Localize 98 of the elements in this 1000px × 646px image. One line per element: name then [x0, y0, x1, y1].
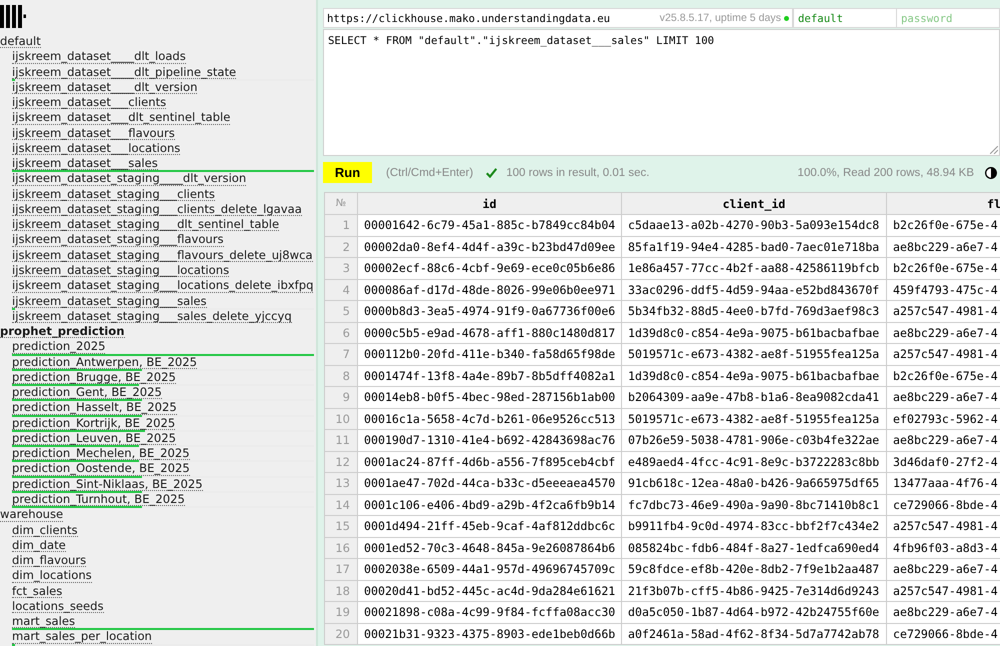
database-item[interactable]: warehouse — [0, 508, 64, 522]
row-number: 6 — [324, 322, 358, 344]
database-item[interactable]: default — [0, 35, 41, 48]
row-number: 2 — [324, 236, 358, 258]
table-cell: 85fa1f19-94e4-4285-bad0-7aec01e718ba — [622, 236, 886, 258]
table-cell: 21f3b07b-cff5-4b86-9425-7e314d6d9243 — [622, 580, 886, 602]
row-number-header: № — [324, 192, 358, 214]
table-cell: 5b34fb32-88d5-4ee0-b7fd-769d3aef98c3 — [622, 300, 886, 322]
table-cell: 07b26e59-5038-4781-906e-c03b4fe322ae — [622, 430, 886, 451]
table-item[interactable]: ijskreem_dataset_staging___sales_delete_yjccyq — [12, 310, 292, 324]
table-cell: a0f2461a-58ad-4f62-8f34-5d7a7742ab78 — [622, 623, 886, 644]
table-cell: b2064309-aa9e-47b8-b1a6-8ea9082cda41 — [622, 386, 886, 408]
table-item[interactable]: dim_clients — [12, 524, 78, 537]
table-cell: 00016c1a-5658-4c7d-b261-06e9526cc513 — [358, 408, 622, 430]
row-number: 16 — [324, 537, 358, 558]
table-cell: 00021b31-9323-4375-8903-ede1beb0d66b — [358, 623, 622, 644]
table-cell: 00002ecf-88c6-4cbf-9e69-ece0c05b6e86 — [358, 258, 622, 279]
table-item[interactable]: ijskreem_dataset_staging___flavours_delete_uj8wca — [12, 248, 313, 262]
row-number: 14 — [324, 494, 358, 516]
database-item[interactable]: prophet_prediction — [0, 325, 124, 338]
result-summary: 100 rows in result, 0.01 sec. — [506, 166, 650, 178]
table-item[interactable]: locations_seeds — [12, 600, 104, 614]
table-item[interactable]: ijskreem_dataset_staging___locations — [12, 264, 230, 278]
row-number: 3 — [324, 258, 358, 279]
table-cell: 5019571c-e673-4382-ae8f-51955fea125a — [622, 408, 886, 430]
table-cell: 91cb618c-12ea-48a0-b426-9a665975df65 — [622, 472, 886, 494]
row-number: 12 — [324, 451, 358, 472]
row-number: 18 — [324, 580, 358, 602]
row-number: 10 — [324, 408, 358, 430]
table-cell: 1d39d8c0-c854-4e9a-9075-b61bacbafbae — [622, 322, 886, 344]
table-item[interactable]: ijskreem_dataset_staging___clients — [12, 188, 215, 201]
table-item[interactable]: ijskreem_dataset____dlt_version — [12, 80, 198, 94]
table-cell: 1d39d8c0-c854-4e9a-9075-b61bacbafbae — [622, 365, 886, 386]
row-number: 11 — [324, 430, 358, 451]
table-cell: 000112b0-20fd-411e-b340-fa58d65f98de — [358, 344, 622, 365]
half-circle-icon[interactable] — [985, 166, 997, 178]
password-field[interactable]: password — [897, 8, 1000, 28]
table-cell: 0001d494-21ff-45eb-9caf-4af812ddbc6c — [358, 516, 622, 537]
table-cell: fc7dbc73-46e9-490a-9a90-8bc71410b8c1 — [622, 494, 886, 516]
table-cell: 0001ae47-702d-44ca-b33c-d5eeeaea4570 — [358, 472, 622, 494]
table-cell: 0000c5b5-e9ad-4678-aff1-880c1480d817 — [358, 322, 622, 344]
table-cell: 0001474f-13f8-4a4e-89b7-8b5dff4082a1 — [358, 365, 622, 386]
table-cell: 085824bc-fdb6-484f-8a27-1edfca690ed4 — [622, 537, 886, 558]
row-number: 17 — [324, 558, 358, 580]
table-cell: 0001ac24-87ff-4d6b-a556-7f895ceb4cbf — [358, 451, 622, 472]
table-cell: 00014eb8-b0f5-4bec-98ed-287156b1ab00 — [358, 386, 622, 408]
table-item[interactable]: dim_flavours — [12, 554, 86, 568]
table-cell: 00001642-6c79-45a1-885c-b7849cc84b04 — [358, 214, 622, 236]
table-item[interactable]: ijskreem_dataset_staging___dlt_sentinel_table — [12, 218, 280, 232]
user-field[interactable]: default — [793, 8, 897, 28]
row-number: 7 — [324, 344, 358, 365]
table-cell: e489aed4-4fcc-4c91-8e9c-b3722283c8bb — [622, 451, 886, 472]
table-item[interactable]: dim_locations — [12, 569, 92, 583]
row-number: 9 — [324, 386, 358, 408]
table-item[interactable]: ijskreem_dataset___clients — [12, 96, 166, 110]
shortcut-hint: (Ctrl/Cmd+Enter) — [386, 166, 474, 178]
table-cell: 59c8fdce-ef8b-420e-8db2-7f9e1b2aa487 — [622, 558, 886, 580]
table-cell: c5daae13-a02b-4270-90b3-5a093e154dc8 — [622, 214, 886, 236]
table-cell: 000190d7-1310-41e4-b692-42843698ac76 — [358, 430, 622, 451]
table-cell: 000086af-d17d-48de-8026-99e06b0ee971 — [358, 279, 622, 300]
table-cell: 0001c106-e406-4bd9-a29b-4f2ca6fb9b14 — [358, 494, 622, 516]
table-cell: 00002da0-8ef4-4d4f-a39c-b23bd47d09ee — [358, 236, 622, 258]
row-number: 15 — [324, 516, 358, 537]
table-cell: 33ac0296-ddf5-4d59-94aa-e52bd843670f — [622, 279, 886, 300]
table-cell: 5019571c-e673-4382-ae8f-51955fea125a — [622, 344, 886, 365]
table-cell: 00020d41-bd52-445c-ac4d-9da284e61621 — [358, 580, 622, 602]
row-number: 19 — [324, 602, 358, 623]
run-button[interactable]: Run — [323, 162, 372, 183]
column-header: fl — [886, 192, 1000, 214]
bars-logo-icon — [0, 5, 26, 28]
table-item[interactable]: ijskreem_dataset_staging___flavours — [12, 233, 224, 247]
table-cell: 00021898-c08a-4c99-9f84-fcffa08acc30 — [358, 602, 622, 623]
table-item[interactable]: ijskreem_dataset___flavours — [12, 126, 175, 140]
row-number: 4 — [324, 279, 358, 300]
table-item[interactable]: ijskreem_dataset_staging____dlt_version — [12, 172, 246, 186]
table-cell: 0002038e-6509-44a1-957d-49696745709c — [358, 558, 622, 580]
table-cell: d0a5c050-1b87-4d64-b972-42b24755f60e — [622, 602, 886, 623]
table-item[interactable]: ijskreem_dataset____dlt_loads — [12, 50, 186, 64]
table-item[interactable]: ijskreem_dataset_staging___clients_delete_lgavaa — [12, 202, 302, 216]
table-item[interactable]: fct_sales — [12, 584, 62, 598]
table-cell: 0001ed52-70c3-4648-845a-9e26087864b6 — [358, 537, 622, 558]
table-item[interactable]: dim_date — [12, 538, 66, 552]
row-number: 1 — [324, 214, 358, 236]
table-cell: 1e86a457-77cc-4b2f-aa88-42586119bfcb — [622, 258, 886, 279]
query-editor[interactable]: SELECT * FROM "default"."ijskreem_dataset___sales" LIMIT 100 — [323, 29, 1000, 156]
column-header: id — [358, 192, 622, 214]
row-number: 13 — [324, 472, 358, 494]
resize-grip-icon[interactable] — [990, 146, 998, 154]
row-number: 5 — [324, 300, 358, 322]
progress-text: 100.0%, Read 200 rows, 48.94 KB — [798, 166, 974, 178]
row-number: 8 — [324, 365, 358, 386]
table-item[interactable]: ijskreem_dataset_staging___locations_delete_ibxfpq — [12, 279, 314, 293]
table-cell: 0000b8d3-3ea5-4974-91f9-0a67736f00e6 — [358, 300, 622, 322]
table-cell: b9911fb4-9c0d-4974-83cc-bbf2f7c434e2 — [622, 516, 886, 537]
table-item[interactable]: ijskreem_dataset___locations — [12, 142, 180, 156]
row-number: 20 — [324, 623, 358, 644]
column-header: client_id — [622, 192, 886, 214]
table-item[interactable]: ijskreem_dataset___dlt_sentinel_table — [12, 111, 230, 125]
